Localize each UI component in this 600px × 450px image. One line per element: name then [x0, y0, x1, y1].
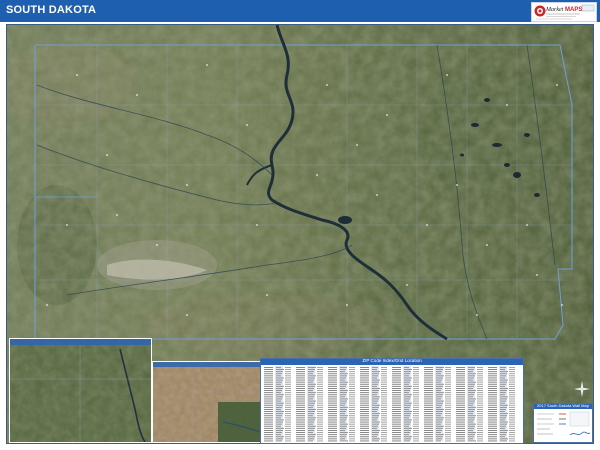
inset-map-west[interactable] — [9, 338, 152, 443]
map-legend: 2017 South Dakota Wall Map — [533, 403, 593, 443]
svg-text:Market: Market — [545, 7, 564, 13]
brand-logo: Market MAPS — [531, 2, 597, 22]
inset-west-imagery — [10, 339, 151, 442]
legend-body — [537, 411, 591, 436]
legend-title: 2017 South Dakota Wall Map — [537, 403, 589, 408]
zip-code-index: ZIP Code Index/Grid Location — [260, 358, 524, 444]
logo-graphic: Market MAPS — [534, 4, 595, 20]
zip-index-table — [264, 366, 515, 442]
svg-text:MAPS: MAPS — [565, 7, 582, 13]
inset-map-city[interactable] — [152, 361, 261, 443]
map-title: SOUTH DAKOTA — [6, 4, 97, 16]
zip-index-title: ZIP Code Index/Grid Location — [362, 358, 422, 363]
compass-rose-icon — [574, 381, 590, 397]
inset-city-imagery — [153, 362, 260, 442]
compass-graphic — [574, 381, 590, 397]
title-bar: SOUTH DAKOTA — [0, 0, 600, 22]
